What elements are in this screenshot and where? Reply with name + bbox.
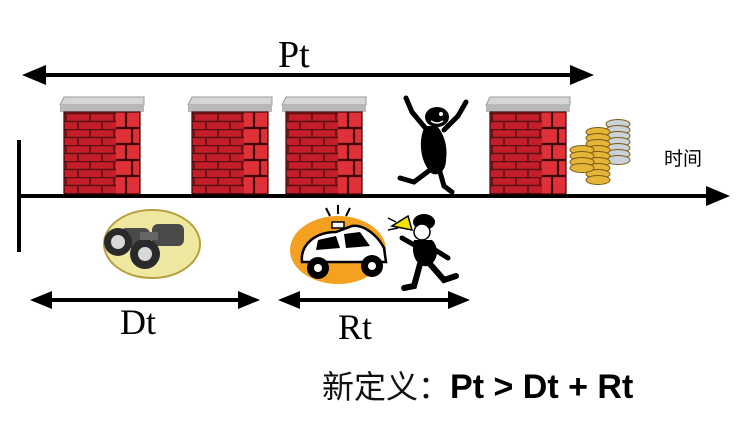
brick-wall-icon (58, 95, 146, 196)
rt-label: Rt (338, 307, 373, 347)
time-axis-label: 时间 (664, 148, 703, 170)
police-officer-icon (387, 214, 459, 291)
dt-label: Dt (120, 302, 156, 342)
rt-span-arrow (278, 291, 470, 309)
brick-wall-icon (280, 95, 368, 196)
police-car-icon (290, 205, 388, 284)
brick-wall-icon (186, 95, 274, 196)
definition-prefix: 新定义： (322, 368, 451, 406)
security-timeline-diagram (17, 65, 730, 309)
definition-formula: 新定义：Pt > Dt + Rt (322, 370, 633, 405)
coins-icon (569, 119, 631, 185)
pt-label: Pt (278, 34, 310, 76)
brick-wall-icon (484, 95, 572, 196)
thief-icon (397, 95, 469, 195)
formula-text: Pt > Dt + Rt (450, 368, 634, 406)
binoculars-icon (103, 209, 201, 279)
